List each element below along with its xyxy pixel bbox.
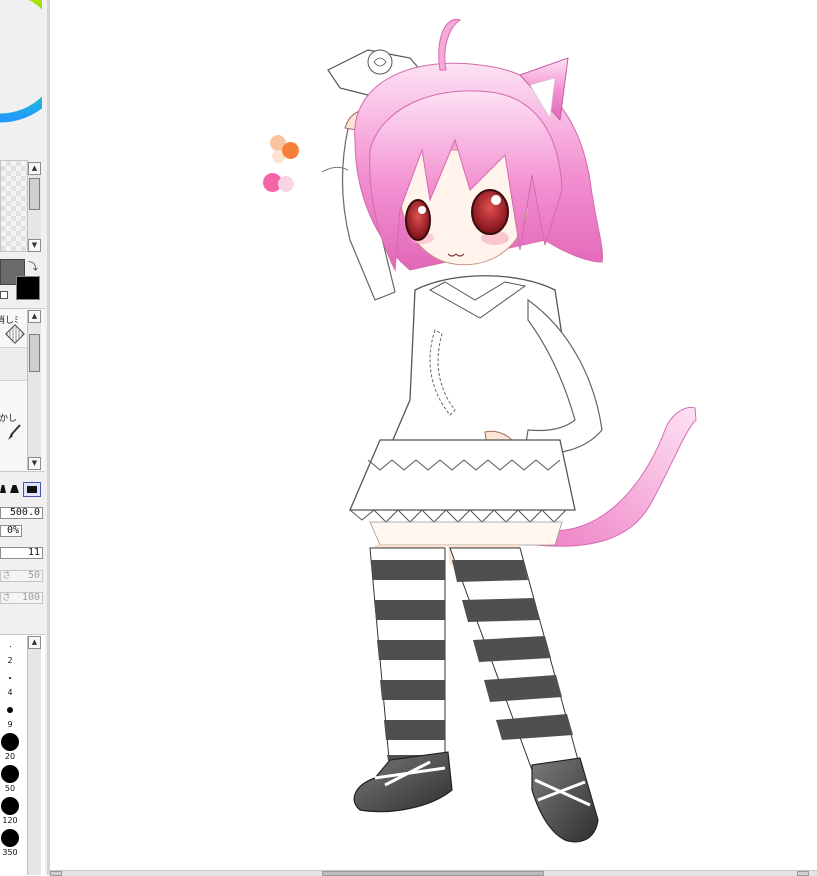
- drawing-canvas[interactable]: [50, 0, 817, 870]
- blending-field[interactable]: さ 50: [0, 570, 43, 582]
- scroll-down-icon[interactable]: ▼: [28, 457, 41, 470]
- shoe-left: [353, 751, 453, 813]
- skirt-hem: [349, 509, 575, 523]
- brush-dot[interactable]: [7, 707, 13, 713]
- scroll-down-icon[interactable]: ▼: [28, 239, 41, 252]
- tool-list-scrollbar[interactable]: ▲ ▼: [27, 310, 41, 470]
- scroll-thumb[interactable]: [29, 334, 40, 372]
- sock-left: [369, 547, 446, 771]
- scroll-up-icon[interactable]: ▲: [28, 310, 41, 323]
- brush-size-label[interactable]: 350: [0, 848, 20, 857]
- brush-dot[interactable]: [1, 733, 19, 751]
- scroll-left-icon[interactable]: [50, 871, 62, 876]
- brush-dot[interactable]: [1, 765, 19, 783]
- hat-rose: [367, 49, 393, 75]
- brush-size-label[interactable]: 50: [0, 784, 20, 793]
- skirt: [349, 439, 576, 511]
- preview-scrollbar[interactable]: ▲ ▼: [27, 162, 41, 252]
- min-size-field[interactable]: 0%: [0, 525, 22, 537]
- dilution-label: さ: [2, 593, 12, 603]
- canvas-horizontal-scrollbar[interactable]: [50, 870, 817, 876]
- eye-left: [405, 199, 431, 241]
- swap-colors-icon[interactable]: ⤵: [28, 258, 38, 273]
- brush-size-label[interactable]: 20: [0, 752, 20, 761]
- brush-size-label[interactable]: 2: [0, 656, 20, 665]
- bloomers: [369, 521, 563, 546]
- brush-size-field[interactable]: 500.0: [0, 507, 43, 519]
- brush-shape-round-icon[interactable]: [10, 485, 19, 493]
- density-field[interactable]: 11: [0, 547, 43, 559]
- reset-colors-icon[interactable]: [0, 291, 8, 299]
- ahoge: [438, 18, 462, 71]
- brush-size-label[interactable]: 4: [0, 688, 20, 697]
- blending-value: 50: [27, 570, 40, 581]
- scroll-up-icon[interactable]: ▲: [28, 636, 41, 649]
- tool-slot-empty[interactable]: [0, 347, 27, 381]
- square-shape-icon: [27, 486, 37, 493]
- preview-area: [0, 160, 28, 252]
- character-illustration: [321, 18, 697, 843]
- tool-panel: ▲ ▼ ⤵ 消しﾐ かし ▲ ▼ 500.0 0% 11 さ: [0, 0, 48, 875]
- dilution-field[interactable]: さ 100: [0, 592, 43, 604]
- brush-size-label[interactable]: 9: [0, 720, 20, 729]
- brush-shape-square-button[interactable]: [23, 482, 41, 497]
- brush-dot[interactable]: [9, 677, 11, 679]
- brush-dot-small[interactable]: [10, 646, 11, 647]
- blending-label: さ: [2, 571, 12, 581]
- scroll-thumb[interactable]: [322, 871, 544, 876]
- eraser-icon[interactable]: [5, 324, 25, 344]
- brush-list-scrollbar[interactable]: ▲: [27, 636, 41, 875]
- scroll-thumb[interactable]: [29, 178, 40, 210]
- brush-tool-icon[interactable]: [6, 423, 22, 441]
- scroll-up-icon[interactable]: ▲: [28, 162, 41, 175]
- color-wheel[interactable]: [0, 0, 47, 138]
- eye-right: [471, 189, 509, 235]
- sub-color-swatch[interactable]: [16, 276, 40, 300]
- brush-size-label[interactable]: 120: [0, 816, 20, 825]
- brush-shape-row: [0, 482, 45, 498]
- brush-dot[interactable]: [1, 829, 19, 847]
- brush-shape-flat-icon[interactable]: [0, 485, 6, 493]
- dilution-value: 100: [21, 592, 40, 603]
- scroll-right-icon[interactable]: [797, 871, 809, 876]
- brush-dot[interactable]: [1, 797, 19, 815]
- sock-right: [449, 547, 579, 771]
